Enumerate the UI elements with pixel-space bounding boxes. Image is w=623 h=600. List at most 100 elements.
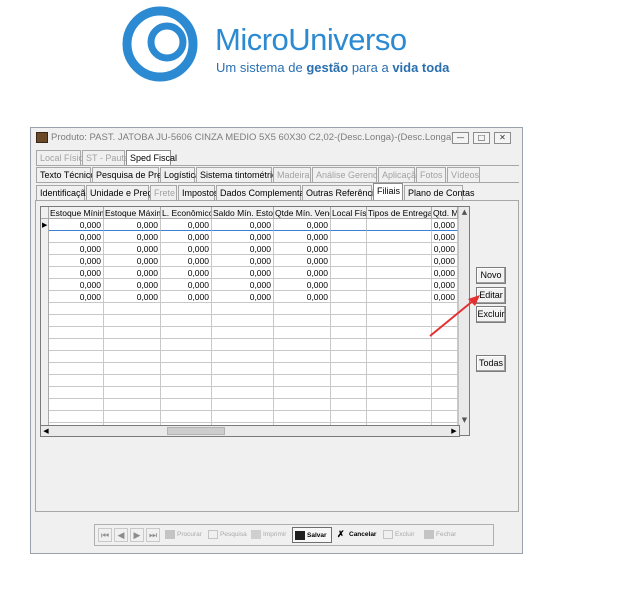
grid-cell[interactable]: 0,000 [49, 267, 104, 279]
grid-cell[interactable]: 0,000 [432, 255, 458, 267]
tab-texto-tecnico[interactable]: Texto Técnico [36, 167, 95, 182]
scroll-right-icon[interactable]: ▶ [449, 426, 459, 436]
grid-cell[interactable] [274, 351, 331, 363]
grid-cell[interactable] [331, 339, 367, 351]
grid-cell[interactable] [161, 339, 212, 351]
grid-cell[interactable]: 0,000 [161, 291, 212, 303]
grid-cell[interactable] [331, 351, 367, 363]
grid-cell[interactable]: 0,000 [432, 219, 458, 231]
first-record-icon[interactable]: ⏮ [98, 528, 112, 542]
grid-cell[interactable] [49, 351, 104, 363]
tab-aplicacao[interactable]: Aplicação [378, 167, 421, 182]
last-record-icon[interactable]: ⏭ [146, 528, 160, 542]
grid-cell[interactable] [161, 387, 212, 399]
grid-cell[interactable] [367, 291, 432, 303]
grid-cell[interactable] [49, 363, 104, 375]
grid-cell[interactable] [212, 327, 274, 339]
grid-cell[interactable] [49, 411, 104, 423]
grid-cell[interactable] [49, 339, 104, 351]
grid-cell[interactable] [331, 267, 367, 279]
grid-cell[interactable] [104, 303, 161, 315]
imprimir-button[interactable]: Imprimir [249, 527, 291, 543]
grid-cell[interactable] [331, 291, 367, 303]
grid-cell[interactable] [367, 267, 432, 279]
grid-cell[interactable] [161, 303, 212, 315]
grid-cell[interactable] [367, 327, 432, 339]
grid-cell[interactable] [104, 339, 161, 351]
grid-cell[interactable] [212, 339, 274, 351]
grid-cell[interactable] [432, 411, 458, 423]
grid-cell[interactable] [212, 387, 274, 399]
grid-cell[interactable] [274, 315, 331, 327]
grid-cell[interactable] [212, 351, 274, 363]
column-header[interactable]: Qtde Mín. Venda [274, 207, 331, 219]
grid-cell[interactable]: 0,000 [432, 243, 458, 255]
cancelar-button[interactable]: ✗ Cancelar [335, 527, 379, 543]
grid-cell[interactable]: 0,000 [104, 279, 161, 291]
grid-cell[interactable]: 0,000 [212, 231, 274, 243]
grid-cell[interactable] [331, 375, 367, 387]
grid-cell[interactable] [49, 315, 104, 327]
grid-cell[interactable] [367, 399, 432, 411]
grid-cell[interactable]: 0,000 [274, 243, 331, 255]
grid-cell[interactable] [367, 315, 432, 327]
grid-cell[interactable] [367, 231, 432, 243]
grid-cell[interactable] [274, 387, 331, 399]
grid-cell[interactable] [49, 303, 104, 315]
maximize-button[interactable]: □ [473, 132, 490, 144]
grid-cell[interactable]: 0,000 [161, 231, 212, 243]
grid-cell[interactable]: 0,000 [432, 231, 458, 243]
grid-cell[interactable] [161, 351, 212, 363]
grid-cell[interactable]: 0,000 [274, 219, 331, 231]
grid-cell[interactable] [212, 363, 274, 375]
grid-cell[interactable] [432, 375, 458, 387]
grid-cell[interactable] [104, 387, 161, 399]
scroll-up-icon[interactable]: ▲ [459, 207, 469, 217]
tab-local-fisico[interactable]: Local Físico [36, 150, 88, 165]
tab-outras-referencias[interactable]: Outras Referências [302, 185, 384, 200]
grid-cell[interactable] [274, 399, 331, 411]
title-bar[interactable]: Produto: PAST. JATOBA JU-5606 CINZA MEDI… [31, 128, 522, 148]
grid-cell[interactable] [104, 351, 161, 363]
grid-cell[interactable] [432, 399, 458, 411]
grid-cell[interactable] [274, 411, 331, 423]
tab-fotos[interactable]: Fotos [416, 167, 446, 182]
previous-record-icon[interactable]: ◀ [114, 528, 128, 542]
grid-cell[interactable] [49, 375, 104, 387]
close-button[interactable]: ✕ [494, 132, 511, 144]
tab-filiais[interactable]: Filiais [373, 183, 403, 200]
grid-cell[interactable]: 0,000 [212, 243, 274, 255]
grid-cell[interactable] [331, 363, 367, 375]
grid-cell[interactable]: 0,000 [49, 279, 104, 291]
procurar-button[interactable]: Procurar [163, 527, 205, 543]
grid-cell[interactable] [432, 387, 458, 399]
grid-cell[interactable] [104, 315, 161, 327]
grid-cell[interactable] [212, 303, 274, 315]
column-header[interactable]: Tipos de Entrega [367, 207, 432, 219]
grid-cell[interactable] [367, 279, 432, 291]
tab-identificacao[interactable]: Identificação [36, 185, 91, 200]
pesquisa-button[interactable]: Pesquisa [206, 527, 248, 543]
grid-cell[interactable] [161, 315, 212, 327]
salvar-button[interactable]: Salvar [292, 527, 332, 543]
grid-cell[interactable]: 0,000 [49, 243, 104, 255]
grid-cell[interactable] [331, 255, 367, 267]
grid-cell[interactable] [367, 363, 432, 375]
grid-cell[interactable]: 0,000 [161, 243, 212, 255]
grid-cell[interactable]: 0,000 [212, 279, 274, 291]
grid-cell[interactable]: 0,000 [432, 267, 458, 279]
tab-st-pauta[interactable]: ST - Pauta [82, 150, 129, 165]
grid-cell[interactable] [432, 339, 458, 351]
scroll-thumb[interactable] [167, 427, 225, 435]
tab-unidade-preco[interactable]: Unidade e Preço [86, 185, 157, 200]
grid-cell[interactable]: 0,000 [274, 267, 331, 279]
grid-cell[interactable] [161, 375, 212, 387]
tab-logistica[interactable]: Logística [160, 167, 200, 182]
grid-cell[interactable] [367, 243, 432, 255]
tab-dados-complementares[interactable]: Dados Complementares [216, 185, 317, 200]
grid-cell[interactable] [331, 315, 367, 327]
grid-cell[interactable] [212, 375, 274, 387]
filiais-grid[interactable]: Estoque Mínimo Estoque Máximo L. Econômi… [40, 206, 470, 436]
grid-cell[interactable] [331, 387, 367, 399]
grid-cell[interactable] [274, 339, 331, 351]
